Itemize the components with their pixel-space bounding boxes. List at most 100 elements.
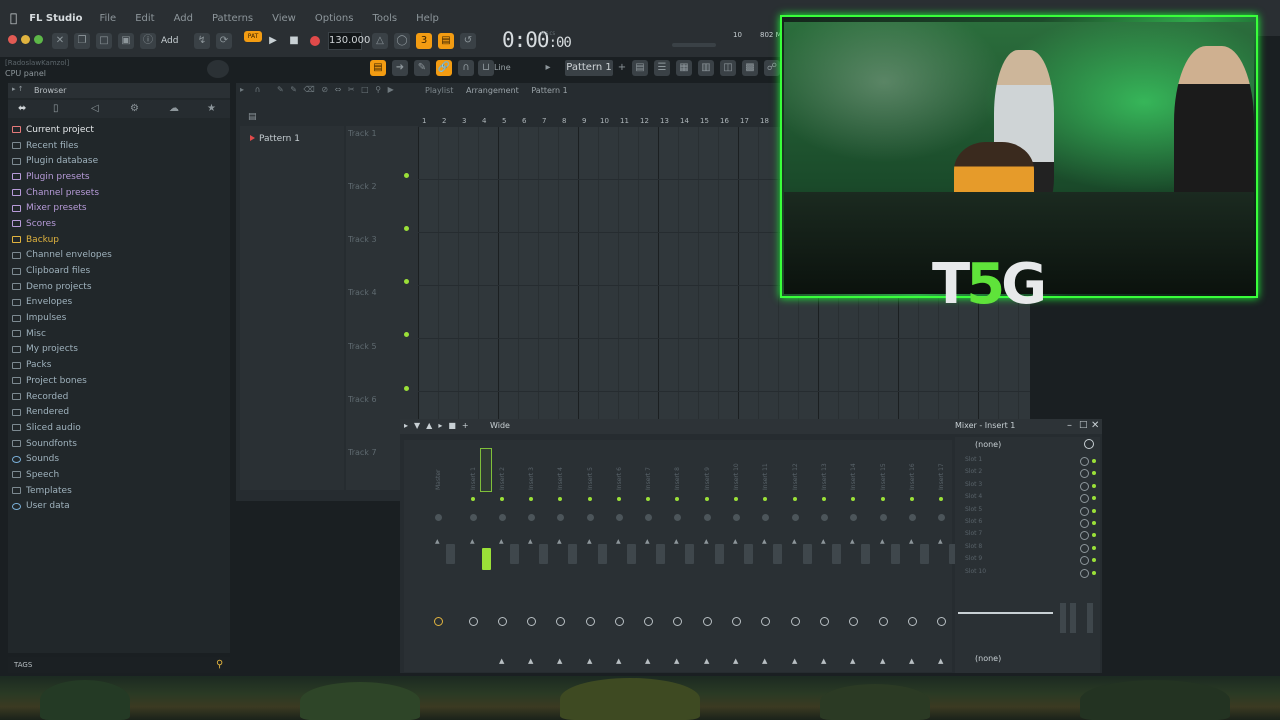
effect-slot[interactable]: Slot 1: [960, 456, 1100, 468]
strip-stereo-icon[interactable]: ▲: [499, 538, 504, 545]
strip-volume-fader[interactable]: [656, 544, 665, 564]
menu-edit[interactable]: Edit: [135, 13, 154, 24]
window-zoom-icon[interactable]: [34, 35, 43, 44]
mixer-strip-name[interactable]: Insert 12: [792, 463, 799, 490]
strip-stereo-icon[interactable]: ▲: [704, 538, 709, 545]
playlist-draw-icon[interactable]: ✎: [277, 85, 284, 94]
window-close-icon[interactable]: [8, 35, 17, 44]
slot-enable-led[interactable]: [1092, 570, 1096, 575]
track-label[interactable]: Track 3: [348, 235, 377, 244]
strip-volume-fader[interactable]: [446, 544, 455, 564]
slot-mix-knob[interactable]: [1080, 519, 1089, 528]
strip-route-arrow-icon[interactable]: ▲: [645, 657, 650, 665]
strip-pan-knob[interactable]: [909, 514, 916, 521]
tags-search-icon[interactable]: ⚲: [216, 659, 223, 670]
strip-route-knob[interactable]: [556, 617, 565, 626]
strip-volume-fader[interactable]: [832, 544, 841, 564]
browser-item-sliced-audio[interactable]: Sliced audio: [12, 420, 224, 436]
menu-add[interactable]: Add: [174, 13, 193, 24]
mixer-strip-name[interactable]: Insert 9: [704, 467, 711, 490]
strip-volume-fader[interactable]: [568, 544, 577, 564]
window-minimize-icon[interactable]: [21, 35, 30, 44]
browser-item-my-projects[interactable]: My projects: [12, 342, 224, 358]
browser-item-clipboard-files[interactable]: Clipboard files: [12, 263, 224, 279]
strip-route-knob[interactable]: [527, 617, 536, 626]
strip-enable-led[interactable]: [910, 497, 914, 501]
strip-route-arrow-icon[interactable]: ▲: [528, 657, 533, 665]
mixer-minimize-icon[interactable]: –: [1067, 420, 1072, 431]
effect-slot[interactable]: Slot 2: [960, 468, 1100, 480]
pattern-list-item[interactable]: Pattern 1: [250, 134, 300, 144]
mixer-strip-name[interactable]: Insert 17: [938, 463, 945, 490]
browser-item-project-bones[interactable]: Project bones: [12, 373, 224, 389]
browser-item-user-data[interactable]: User data: [12, 499, 224, 515]
mixer-close-icon[interactable]: ✕: [1091, 420, 1099, 431]
menu-tools[interactable]: Tools: [372, 13, 397, 24]
browser-audio-icon[interactable]: ◁: [91, 103, 99, 114]
browser-item-soundfonts[interactable]: Soundfonts: [12, 436, 224, 452]
strip-stereo-icon[interactable]: ▲: [674, 538, 679, 545]
slot-enable-led[interactable]: [1092, 545, 1096, 550]
strip-stereo-icon[interactable]: ▲: [528, 538, 533, 545]
browser-item-speech[interactable]: Speech: [12, 467, 224, 483]
strip-route-arrow-icon[interactable]: ▲: [616, 657, 621, 665]
pattern-pane-icon[interactable]: ▤: [248, 112, 257, 122]
mixer-strip-name[interactable]: Insert 6: [616, 467, 623, 490]
mixer-strip-name[interactable]: Insert 7: [645, 467, 652, 490]
breadcrumb-pattern[interactable]: Pattern 1: [531, 86, 567, 95]
strip-pan-knob[interactable]: [435, 514, 442, 521]
strip-enable-led[interactable]: [617, 497, 621, 501]
pat-mode-button[interactable]: PAT: [244, 31, 262, 42]
effect-slot[interactable]: Slot 5: [960, 506, 1100, 518]
slot-mix-knob[interactable]: [1080, 469, 1089, 479]
browser-options-icon[interactable]: ▸ ↑: [12, 85, 24, 93]
strip-route-arrow-icon[interactable]: ▲: [821, 657, 826, 665]
browser-item-rendered[interactable]: Rendered: [12, 404, 224, 420]
play-icon[interactable]: ▶: [265, 33, 281, 49]
strip-enable-led[interactable]: [734, 497, 738, 501]
strip-enable-led[interactable]: [705, 497, 709, 501]
strip-route-arrow-icon[interactable]: ▲: [499, 657, 504, 665]
browser-item-backup[interactable]: Backup: [12, 232, 224, 248]
playlist-slice-icon[interactable]: ✂: [348, 85, 355, 94]
strip-volume-fader[interactable]: [773, 544, 782, 564]
browser-item-demo-projects[interactable]: Demo projects: [12, 279, 224, 295]
strip-stereo-icon[interactable]: ▲: [909, 538, 914, 545]
strip-pan-knob[interactable]: [792, 514, 799, 521]
magnet-icon[interactable]: ∩: [458, 60, 474, 76]
slot-enable-led[interactable]: [1092, 558, 1096, 563]
track-mute-led[interactable]: [404, 386, 409, 391]
info-icon[interactable]: ⓘ: [140, 33, 156, 49]
strip-enable-led[interactable]: [558, 497, 562, 501]
effect-slot[interactable]: Slot 6: [960, 518, 1100, 530]
pattern-selector[interactable]: Pattern 1: [565, 60, 613, 76]
playlist-playback-icon[interactable]: ▶: [388, 85, 394, 94]
menu-help[interactable]: Help: [416, 13, 439, 24]
browser-item-recent-files[interactable]: Recent files: [12, 138, 224, 154]
strip-enable-led[interactable]: [529, 497, 533, 501]
mixer-strip-name[interactable]: Insert 11: [762, 463, 769, 490]
mixer-view-mode[interactable]: Wide: [490, 421, 510, 430]
strip-stereo-icon[interactable]: ▲: [587, 538, 592, 545]
mixer-strip-name[interactable]: Master: [435, 470, 442, 491]
snap-mode-label[interactable]: Line: [494, 63, 511, 72]
slot-mix-knob[interactable]: [1080, 506, 1089, 516]
stop-icon[interactable]: ■: [286, 33, 302, 49]
slot-enable-led[interactable]: [1092, 483, 1096, 488]
strip-volume-fader[interactable]: [803, 544, 812, 564]
track-label[interactable]: Track 5: [348, 342, 377, 351]
snap-icon[interactable]: ↯: [194, 33, 210, 49]
tempo-display[interactable]: 130.000: [328, 32, 370, 50]
strip-pan-knob[interactable]: [499, 514, 506, 521]
strip-pan-knob[interactable]: [470, 514, 477, 521]
browser-item-channel-presets[interactable]: Channel presets: [12, 185, 224, 201]
slot-mix-knob[interactable]: [1080, 457, 1089, 466]
strip-stereo-icon[interactable]: ▲: [850, 538, 855, 545]
browser-item-packs[interactable]: Packs: [12, 357, 224, 373]
strip-stereo-icon[interactable]: ▲: [792, 538, 797, 545]
mixer-strip-name[interactable]: Insert 13: [821, 463, 828, 490]
menu-file[interactable]: File: [99, 13, 116, 24]
browser-item-plugin-presets[interactable]: Plugin presets: [12, 169, 224, 185]
strip-enable-led[interactable]: [763, 497, 767, 501]
strip-pan-knob[interactable]: [528, 514, 535, 521]
